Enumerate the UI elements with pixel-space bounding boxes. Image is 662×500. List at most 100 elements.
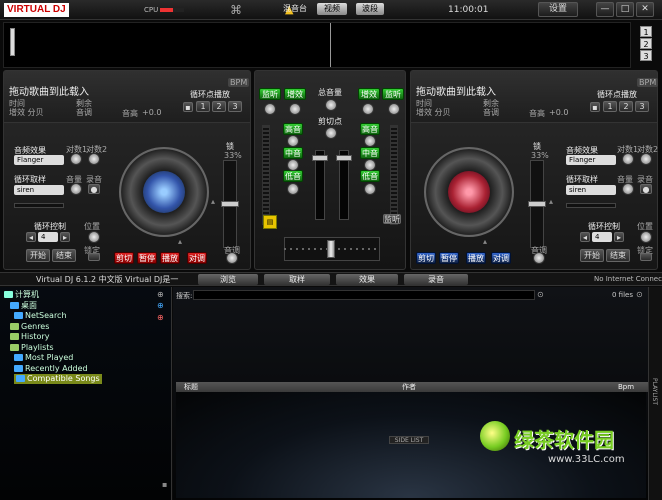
left-turntable[interactable] <box>119 147 209 237</box>
right-param2-knob[interactable] <box>640 153 652 165</box>
tab-sampler[interactable]: 取样 <box>264 274 330 285</box>
left-swap-button[interactable]: 对调 <box>187 252 207 264</box>
right-gain-button[interactable]: 增效 <box>358 88 380 100</box>
right-loop-3-button[interactable]: 3 <box>635 101 649 112</box>
column-bpm[interactable]: Bpm <box>618 382 634 392</box>
right-loop-2-button[interactable]: 2 <box>619 101 633 112</box>
right-mid-button[interactable]: 中音 <box>360 147 380 159</box>
right-loop-1-button[interactable]: 1 <box>603 101 617 112</box>
right-lock-button[interactable] <box>640 253 652 261</box>
right-pitch-slider-knob[interactable] <box>528 201 546 207</box>
right-tempo-knob[interactable] <box>533 252 545 264</box>
left-start-button[interactable]: 开始 <box>26 249 50 262</box>
left-cut-button[interactable]: 剪切 <box>114 252 134 264</box>
left-play-button[interactable]: 播放 <box>160 252 180 264</box>
add-search-icon[interactable]: ⊕ <box>157 301 164 310</box>
folder-item[interactable]: Genres <box>10 322 49 332</box>
tab-record[interactable]: 录音 <box>404 274 468 285</box>
left-loop-2-button[interactable]: 2 <box>212 101 226 112</box>
right-high-button[interactable]: 高音 <box>360 123 380 135</box>
right-param1-knob[interactable] <box>622 153 634 165</box>
left-lock-button[interactable] <box>88 253 100 261</box>
crossfade-knob[interactable] <box>325 127 337 139</box>
left-gain-button[interactable]: 增效 <box>284 88 306 100</box>
left-position-knob[interactable] <box>88 231 100 243</box>
right-low-knob[interactable] <box>364 183 376 195</box>
left-high-knob[interactable] <box>287 135 299 147</box>
left-channel-fader[interactable] <box>312 150 328 220</box>
right-loop-next-button[interactable]: ▸ <box>614 232 624 242</box>
waveform-panel[interactable] <box>3 22 631 68</box>
search-options-icon[interactable]: ⊙ <box>537 290 544 299</box>
right-rec-button[interactable]: ● <box>640 184 652 194</box>
left-param2-knob[interactable] <box>88 153 100 165</box>
left-mid-knob[interactable] <box>287 159 299 171</box>
left-pause-button[interactable]: 暂停 <box>137 252 157 264</box>
tab-browser[interactable]: 浏览 <box>198 274 258 285</box>
close-button[interactable]: ✕ <box>636 2 654 17</box>
left-loop-next-button[interactable]: ▸ <box>60 232 70 242</box>
right-play-button[interactable]: 播放 <box>466 252 486 264</box>
sync-icon[interactable]: ⌘ <box>230 3 244 17</box>
left-pitch-slider[interactable] <box>221 160 239 248</box>
left-listen-knob[interactable] <box>264 103 276 115</box>
add-folder-icon[interactable]: ⊕ <box>157 290 164 299</box>
playlist-label[interactable]: PLAYLIST <box>651 378 658 405</box>
tab-effects[interactable]: 效果 <box>336 274 398 285</box>
deck-select-2-button[interactable]: 2 <box>640 38 652 49</box>
left-listen-button[interactable]: 监听 <box>259 88 281 100</box>
folder-item[interactable]: Playlists <box>10 343 54 353</box>
right-start-button[interactable]: 开始 <box>580 249 604 262</box>
left-low-button[interactable]: 低音 <box>283 170 303 182</box>
folder-item[interactable]: 桌面 <box>10 301 37 311</box>
right-listen-button[interactable]: 监听 <box>382 88 404 100</box>
folder-item[interactable]: Recently Added <box>14 364 88 374</box>
side-list-button[interactable]: SIDE LIST <box>389 436 429 444</box>
folder-item[interactable]: 计算机 <box>4 290 39 300</box>
right-high-knob[interactable] <box>364 135 376 147</box>
folder-item[interactable]: NetSearch <box>14 311 67 321</box>
left-vol-knob[interactable] <box>70 183 82 195</box>
left-low-knob[interactable] <box>287 183 299 195</box>
right-cut-button[interactable]: 剪切 <box>416 252 436 264</box>
column-artist[interactable]: 作者 <box>402 382 416 392</box>
right-listen-knob[interactable] <box>388 103 400 115</box>
waveform-position-marker[interactable] <box>10 28 15 56</box>
master-volume-knob[interactable] <box>325 99 337 111</box>
crossfader-knob[interactable] <box>327 240 335 258</box>
left-sampler-dropdown[interactable]: siren <box>14 185 64 195</box>
left-pitch-slider-knob[interactable] <box>221 201 239 207</box>
right-swap-button[interactable]: 对调 <box>491 252 511 264</box>
left-effect-dropdown[interactable]: Flanger <box>14 155 64 165</box>
deck-select-1-button[interactable]: 1 <box>640 26 652 37</box>
right-loop-value[interactable]: 4 <box>592 232 612 242</box>
left-mid-button[interactable]: 中音 <box>283 147 303 159</box>
tab-mixer[interactable]: 混音台 <box>279 3 311 15</box>
left-loop-value[interactable]: 4 <box>38 232 58 242</box>
deck-select-3-button[interactable]: 3 <box>640 50 652 61</box>
left-high-button[interactable]: 高音 <box>283 123 303 135</box>
left-param1-knob[interactable] <box>70 153 82 165</box>
right-end-button[interactable]: 结束 <box>606 249 630 262</box>
folder-item[interactable]: Most Played <box>14 353 73 363</box>
right-mid-knob[interactable] <box>364 159 376 171</box>
file-options-icon[interactable]: ⊙ <box>636 290 643 299</box>
tab-video[interactable]: 视频 <box>317 3 347 15</box>
left-loop-1-button[interactable]: 1 <box>196 101 210 112</box>
settings-button[interactable]: 设置 <box>538 2 578 17</box>
left-loop-prev-button[interactable]: ◂ <box>26 232 36 242</box>
folder-item[interactable]: History <box>10 332 49 342</box>
right-low-button[interactable]: 低音 <box>360 170 380 182</box>
left-loop-lock-button[interactable]: ▪ <box>183 102 193 112</box>
right-sampler-dropdown[interactable]: siren <box>566 185 616 195</box>
right-position-knob[interactable] <box>640 231 652 243</box>
tab-scratch[interactable]: 波段 <box>356 3 384 15</box>
left-listen-toggle[interactable]: ▤ <box>263 215 277 229</box>
right-loop-lock-button[interactable]: ▪ <box>590 102 600 112</box>
search-input[interactable] <box>193 290 535 300</box>
left-end-button[interactable]: 结束 <box>52 249 76 262</box>
right-listen-toggle[interactable]: 监听 <box>383 214 401 224</box>
right-turntable[interactable] <box>424 147 514 237</box>
folder-item[interactable]: Compatible Songs <box>14 374 102 384</box>
minimize-button[interactable]: — <box>596 2 614 17</box>
